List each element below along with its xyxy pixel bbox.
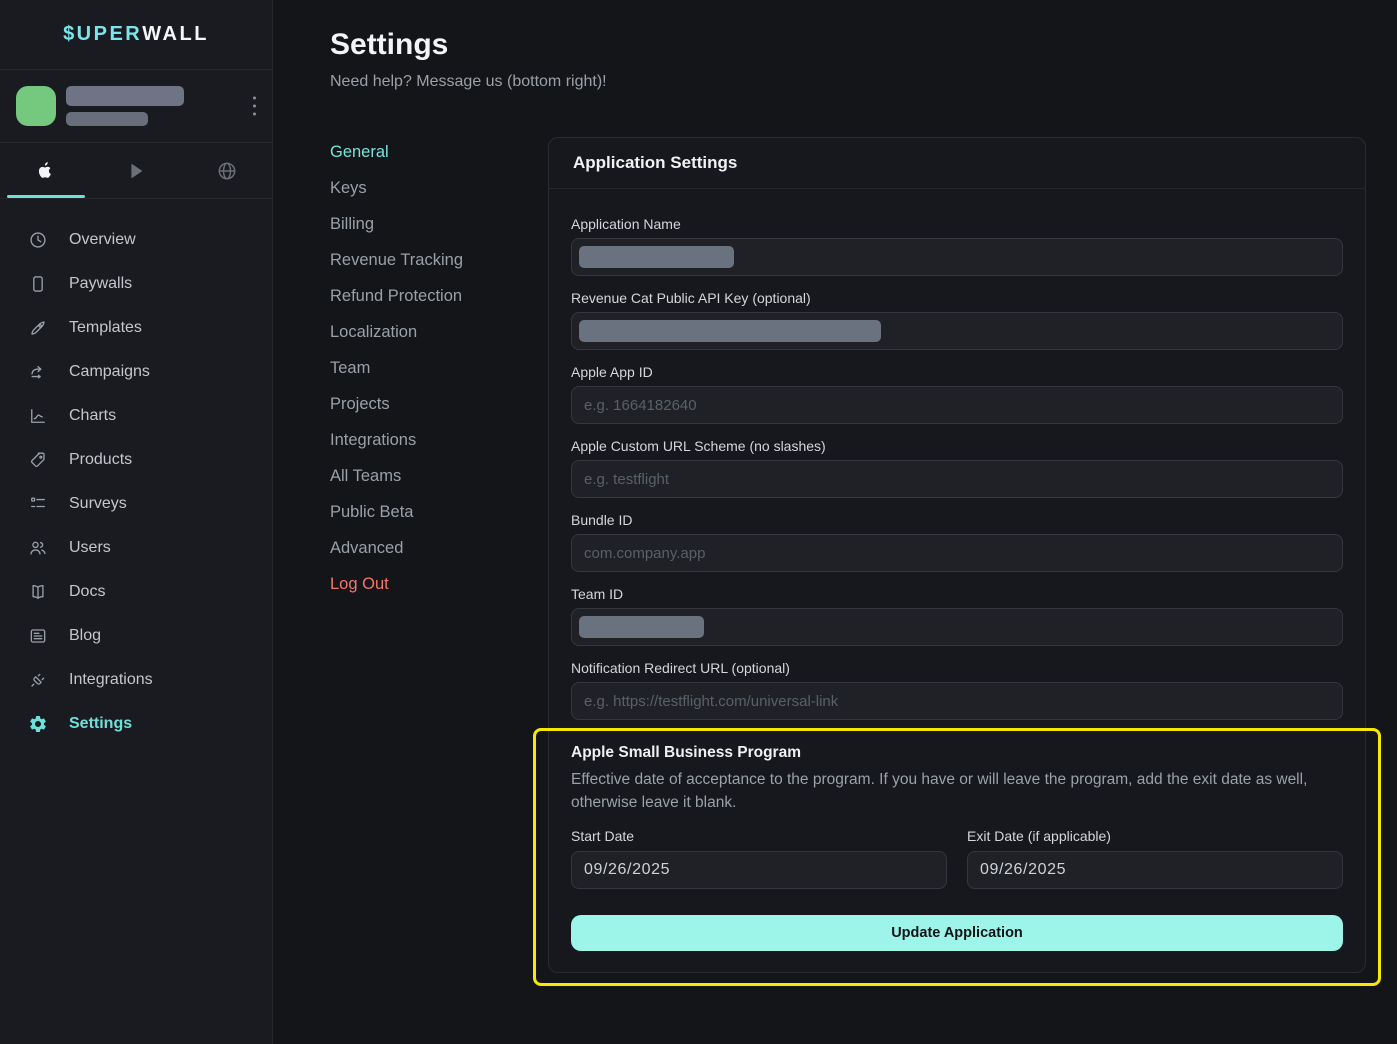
tab-platform-play[interactable] (91, 143, 182, 198)
app-selector[interactable] (0, 70, 272, 143)
sidebar: $UPERWALL (0, 0, 273, 1044)
sidebar-item-overview[interactable]: Overview (0, 218, 272, 262)
card-title: Application Settings (549, 138, 1365, 189)
small-business-program-section: Apple Small Business Program Effective d… (571, 744, 1343, 951)
redacted-value (579, 246, 734, 268)
settings-nav-billing[interactable]: Billing (330, 206, 463, 242)
brand-logo: $UPERWALL (0, 0, 272, 70)
bundle-id-input[interactable] (571, 534, 1343, 572)
start-date-label: Start Date (571, 828, 947, 844)
settings-nav-integrations[interactable]: Integrations (330, 422, 463, 458)
field-label: Notification Redirect URL (optional) (571, 660, 1343, 676)
field-label: Bundle ID (571, 512, 1343, 528)
app-avatar (16, 86, 56, 126)
update-application-button[interactable]: Update Application (571, 915, 1343, 951)
field-label: Application Name (571, 216, 1343, 232)
redacted-value (579, 616, 704, 638)
sidebar-item-templates[interactable]: Templates (0, 306, 272, 350)
rocket-icon (27, 318, 48, 339)
overview-icon (27, 230, 48, 251)
chart-line-icon (27, 406, 48, 427)
settings-nav-team[interactable]: Team (330, 350, 463, 386)
sidebar-item-integrations[interactable]: Integrations (0, 658, 272, 702)
field-notification-redirect-url: Notification Redirect URL (optional) (571, 660, 1343, 720)
start-date-input[interactable] (571, 851, 947, 889)
sbp-title: Apple Small Business Program (571, 744, 1343, 762)
brand-logo-white: WALL (142, 23, 209, 46)
app-name-redacted (66, 86, 184, 126)
settings-nav-logout[interactable]: Log Out (330, 566, 463, 602)
apple-app-id-input[interactable] (571, 386, 1343, 424)
tab-platform-apple[interactable] (0, 143, 91, 198)
settings-nav: General Keys Billing Revenue Tracking Re… (330, 134, 463, 602)
settings-nav-general[interactable]: General (330, 134, 463, 170)
start-date-field: Start Date (571, 828, 947, 889)
redacted-app-subtitle (66, 112, 148, 126)
tab-platform-web[interactable] (181, 143, 272, 198)
sidebar-item-charts[interactable]: Charts (0, 394, 272, 438)
sidebar-nav: Overview Paywalls Templates Campaigns Ch… (0, 199, 272, 746)
settings-nav-all-teams[interactable]: All Teams (330, 458, 463, 494)
newspaper-icon (27, 626, 48, 647)
url-scheme-input[interactable] (571, 460, 1343, 498)
settings-nav-keys[interactable]: Keys (330, 170, 463, 206)
field-bundle-id: Bundle ID (571, 512, 1343, 572)
settings-nav-revenue-tracking[interactable]: Revenue Tracking (330, 242, 463, 278)
page-title: Settings (330, 28, 448, 62)
exit-date-input[interactable] (967, 851, 1343, 889)
settings-nav-advanced[interactable]: Advanced (330, 530, 463, 566)
notification-redirect-url-input[interactable] (571, 682, 1343, 720)
application-settings-card: Application Settings Application Name Re… (548, 137, 1366, 973)
field-label: Apple App ID (571, 364, 1343, 380)
field-team-id: Team ID (571, 586, 1343, 646)
settings-nav-projects[interactable]: Projects (330, 386, 463, 422)
sidebar-item-blog[interactable]: Blog (0, 614, 272, 658)
settings-nav-localization[interactable]: Localization (330, 314, 463, 350)
gear-icon (27, 714, 48, 735)
field-revenuecat-key: Revenue Cat Public API Key (optional) (571, 290, 1343, 350)
book-icon (27, 582, 48, 603)
platform-tabs (0, 143, 272, 199)
field-label: Team ID (571, 586, 1343, 602)
app-menu-kebab-icon[interactable] (249, 93, 260, 120)
field-label: Apple Custom URL Scheme (no slashes) (571, 438, 1343, 454)
tag-icon (27, 450, 48, 471)
sidebar-item-users[interactable]: Users (0, 526, 272, 570)
settings-nav-public-beta[interactable]: Public Beta (330, 494, 463, 530)
promote-arrow-icon (27, 362, 48, 383)
sidebar-item-settings[interactable]: Settings (0, 702, 272, 746)
plug-icon (27, 670, 48, 691)
users-icon (27, 538, 48, 559)
brand-logo-teal: $UPER (63, 23, 142, 46)
field-apple-app-id: Apple App ID (571, 364, 1343, 424)
sidebar-item-campaigns[interactable]: Campaigns (0, 350, 272, 394)
sidebar-item-docs[interactable]: Docs (0, 570, 272, 614)
apple-icon (34, 160, 56, 182)
field-label: Revenue Cat Public API Key (optional) (571, 290, 1343, 306)
sidebar-item-products[interactable]: Products (0, 438, 272, 482)
exit-date-field: Exit Date (if applicable) (967, 828, 1343, 889)
play-store-icon (125, 160, 147, 182)
sidebar-item-paywalls[interactable]: Paywalls (0, 262, 272, 306)
page-subtitle: Need help? Message us (bottom right)! (330, 73, 607, 91)
phone-icon (27, 274, 48, 295)
redacted-value (579, 320, 881, 342)
sbp-description: Effective date of acceptance to the prog… (571, 768, 1341, 814)
redacted-app-title (66, 86, 184, 106)
field-application-name: Application Name (571, 216, 1343, 276)
checklist-icon (27, 494, 48, 515)
settings-nav-refund-protection[interactable]: Refund Protection (330, 278, 463, 314)
sidebar-item-surveys[interactable]: Surveys (0, 482, 272, 526)
exit-date-label: Exit Date (if applicable) (967, 828, 1343, 844)
field-url-scheme: Apple Custom URL Scheme (no slashes) (571, 438, 1343, 498)
globe-icon (216, 160, 238, 182)
